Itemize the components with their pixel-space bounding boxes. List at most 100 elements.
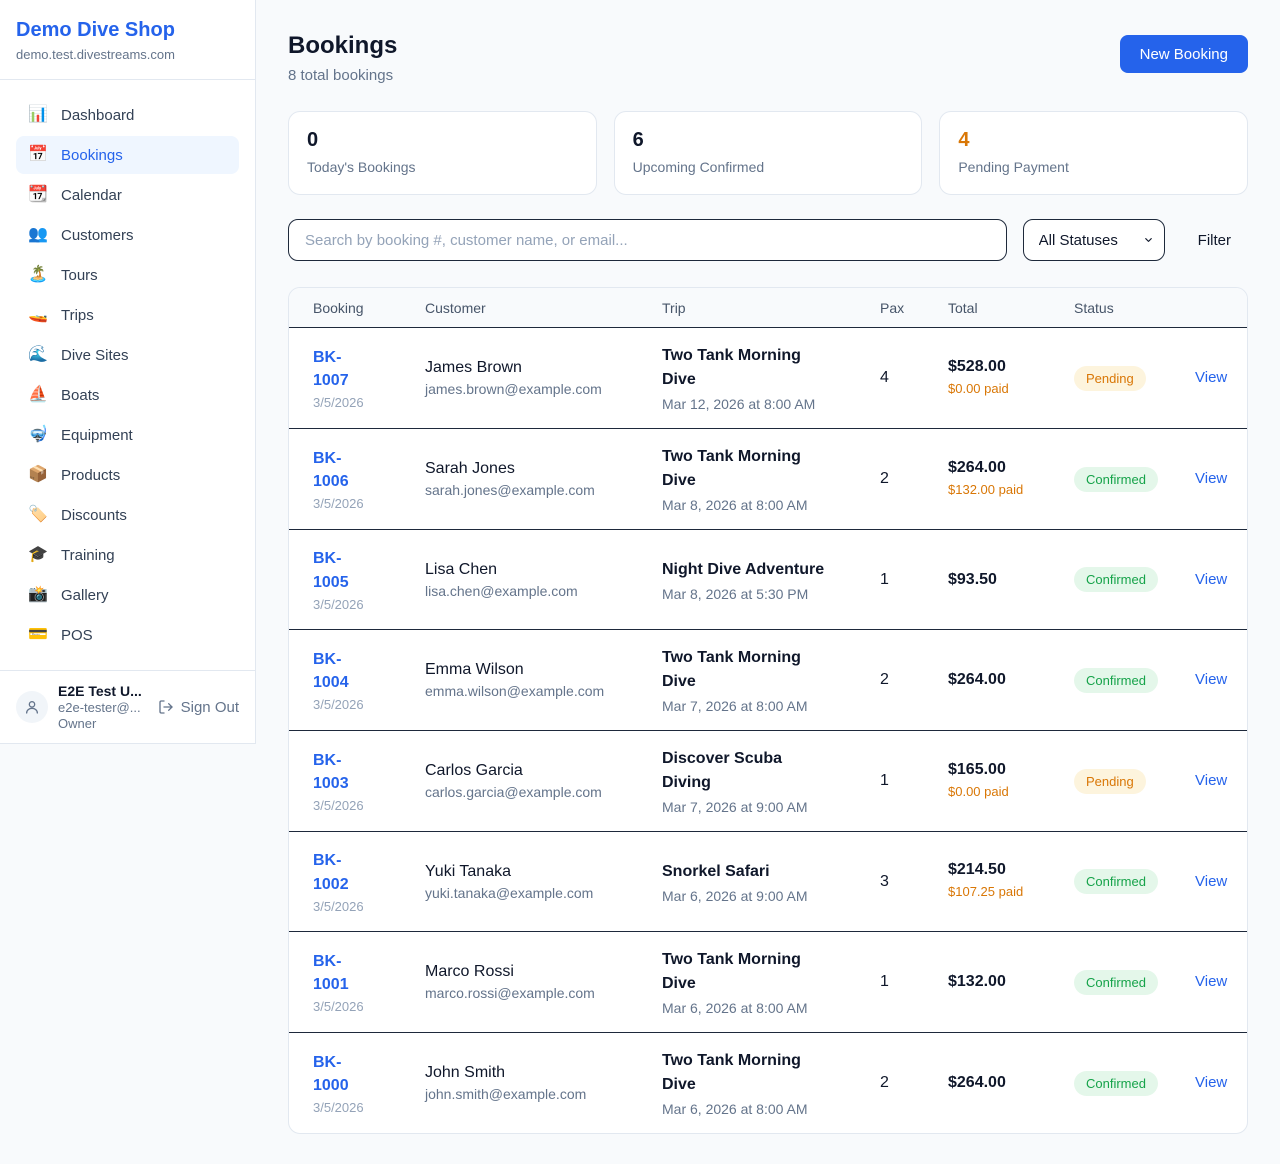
stat-card: 0 Today's Bookings: [288, 111, 597, 195]
view-link[interactable]: View: [1195, 973, 1227, 990]
table-header-row: Booking Customer Trip Pax Total Status: [289, 288, 1247, 328]
users-icon: 👥: [28, 226, 48, 244]
sidebar-item-dashboard[interactable]: 📊 Dashboard: [16, 96, 239, 134]
trip-datetime: Mar 6, 2026 at 8:00 AM: [662, 1101, 880, 1117]
table-body: BK-1007 3/5/2026 James Brown james.brown…: [289, 328, 1247, 1133]
customer-cell: Emma Wilson emma.wilson@example.com: [425, 661, 662, 699]
view-link[interactable]: View: [1195, 369, 1227, 386]
table-row: BK-1007 3/5/2026 James Brown james.brown…: [289, 328, 1247, 428]
graduation-cap-icon: 🎓: [28, 546, 48, 564]
trip-datetime: Mar 8, 2026 at 5:30 PM: [662, 586, 880, 602]
calendar-icon: 📅: [28, 146, 48, 164]
sidebar-item-label: Products: [61, 467, 120, 484]
booking-ref-link[interactable]: BK-1007: [313, 346, 363, 392]
status-cell: Confirmed: [1074, 970, 1195, 995]
sidebar-item-gallery[interactable]: 📸 Gallery: [16, 576, 239, 614]
booking-ref-link[interactable]: BK-1001: [313, 950, 363, 996]
table-row: BK-1006 3/5/2026 Sarah Jones sarah.jones…: [289, 428, 1247, 529]
total-amount: $264.00: [948, 671, 1074, 689]
sidebar-item-label: Discounts: [61, 507, 127, 524]
sidebar-item-label: Boats: [61, 387, 99, 404]
status-select-wrap: All Statuses: [1023, 219, 1165, 261]
main-content: Bookings 8 total bookings New Booking 0 …: [256, 0, 1280, 1164]
sidebar-item-pos[interactable]: 💳 POS: [16, 616, 239, 654]
booking-ref-link[interactable]: BK-1006: [313, 447, 363, 493]
status-badge: Confirmed: [1074, 1071, 1158, 1096]
sidebar-item-customers[interactable]: 👥 Customers: [16, 216, 239, 254]
status-cell: Pending: [1074, 366, 1195, 391]
booking-ref-link[interactable]: BK-1004: [313, 648, 363, 694]
search-input[interactable]: [288, 219, 1007, 261]
customer-name: Sarah Jones: [425, 460, 662, 478]
sidebar-item-equipment[interactable]: 🤿 Equipment: [16, 416, 239, 454]
camera-icon: 📸: [28, 586, 48, 604]
page-header-text: Bookings 8 total bookings: [288, 32, 397, 84]
total-cell: $264.00 $132.00 paid: [948, 459, 1074, 500]
booking-date: 3/5/2026: [313, 697, 425, 712]
booking-ref-link[interactable]: BK-1005: [313, 547, 363, 593]
view-link[interactable]: View: [1195, 772, 1227, 789]
booking-cell: BK-1000 3/5/2026: [313, 1051, 425, 1115]
sidebar-item-trips[interactable]: 🚤 Trips: [16, 296, 239, 334]
customer-name: James Brown: [425, 359, 662, 377]
trip-cell: Two Tank Morning Dive Mar 7, 2026 at 8:0…: [662, 646, 880, 714]
table-row: BK-1003 3/5/2026 Carlos Garcia carlos.ga…: [289, 730, 1247, 831]
booking-ref-link[interactable]: BK-1002: [313, 849, 363, 895]
booking-date: 3/5/2026: [313, 999, 425, 1014]
trip-name: Night Dive Adventure: [662, 558, 825, 582]
booking-date: 3/5/2026: [313, 395, 425, 410]
filter-button[interactable]: Filter: [1198, 232, 1231, 249]
customer-cell: Marco Rossi marco.rossi@example.com: [425, 963, 662, 1001]
status-badge: Confirmed: [1074, 668, 1158, 693]
trip-name: Two Tank Morning Dive: [662, 1049, 825, 1097]
sidebar-item-products[interactable]: 📦 Products: [16, 456, 239, 494]
col-header-total: Total: [948, 300, 1074, 316]
filter-row: All Statuses Filter: [288, 219, 1248, 261]
trip-name: Two Tank Morning Dive: [662, 646, 825, 694]
view-link[interactable]: View: [1195, 671, 1227, 688]
sidebar-item-dive-sites[interactable]: 🌊 Dive Sites: [16, 336, 239, 374]
desert-island-icon: 🏝️: [28, 266, 48, 284]
sidebar-item-training[interactable]: 🎓 Training: [16, 536, 239, 574]
new-booking-button[interactable]: New Booking: [1120, 35, 1248, 73]
customer-email: emma.wilson@example.com: [425, 683, 662, 699]
table-row: BK-1005 3/5/2026 Lisa Chen lisa.chen@exa…: [289, 529, 1247, 629]
tear-off-calendar-icon: 📆: [28, 186, 48, 204]
status-cell: Confirmed: [1074, 869, 1195, 894]
customer-email: sarah.jones@example.com: [425, 482, 662, 498]
view-link[interactable]: View: [1195, 470, 1227, 487]
booking-ref-link[interactable]: BK-1000: [313, 1051, 363, 1097]
pax-cell: 2: [880, 1074, 948, 1092]
view-link[interactable]: View: [1195, 1074, 1227, 1091]
sidebar-item-bookings[interactable]: 📅 Bookings: [16, 136, 239, 174]
bar-chart-icon: 📊: [28, 106, 48, 124]
stat-card: 4 Pending Payment: [939, 111, 1248, 195]
status-select[interactable]: All Statuses: [1023, 219, 1165, 261]
pax-cell: 2: [880, 671, 948, 689]
view-link[interactable]: View: [1195, 873, 1227, 890]
stat-label: Upcoming Confirmed: [633, 159, 904, 175]
total-amount: $93.50: [948, 571, 1074, 589]
trip-cell: Two Tank Morning Dive Mar 6, 2026 at 8:0…: [662, 1049, 880, 1117]
status-cell: Confirmed: [1074, 467, 1195, 492]
sidebar-item-discounts[interactable]: 🏷️ Discounts: [16, 496, 239, 534]
trip-cell: Two Tank Morning Dive Mar 6, 2026 at 8:0…: [662, 948, 880, 1016]
sidebar-item-tours[interactable]: 🏝️ Tours: [16, 256, 239, 294]
status-badge: Confirmed: [1074, 970, 1158, 995]
action-cell: View: [1195, 470, 1227, 488]
sailboat-icon: ⛵: [28, 386, 48, 404]
sidebar-item-label: Calendar: [61, 187, 122, 204]
view-link[interactable]: View: [1195, 571, 1227, 588]
status-cell: Confirmed: [1074, 567, 1195, 592]
customer-name: Yuki Tanaka: [425, 863, 662, 881]
sign-out-button[interactable]: Sign Out: [158, 699, 239, 716]
sidebar-item-calendar[interactable]: 📆 Calendar: [16, 176, 239, 214]
customer-email: james.brown@example.com: [425, 381, 662, 397]
sidebar-item-boats[interactable]: ⛵ Boats: [16, 376, 239, 414]
trip-name: Two Tank Morning Dive: [662, 344, 825, 392]
booking-ref-link[interactable]: BK-1003: [313, 749, 363, 795]
sidebar-item-label: Dashboard: [61, 107, 134, 124]
status-badge: Confirmed: [1074, 467, 1158, 492]
sign-out-icon: [158, 699, 174, 715]
paid-amount: $107.25 paid: [948, 883, 1028, 902]
